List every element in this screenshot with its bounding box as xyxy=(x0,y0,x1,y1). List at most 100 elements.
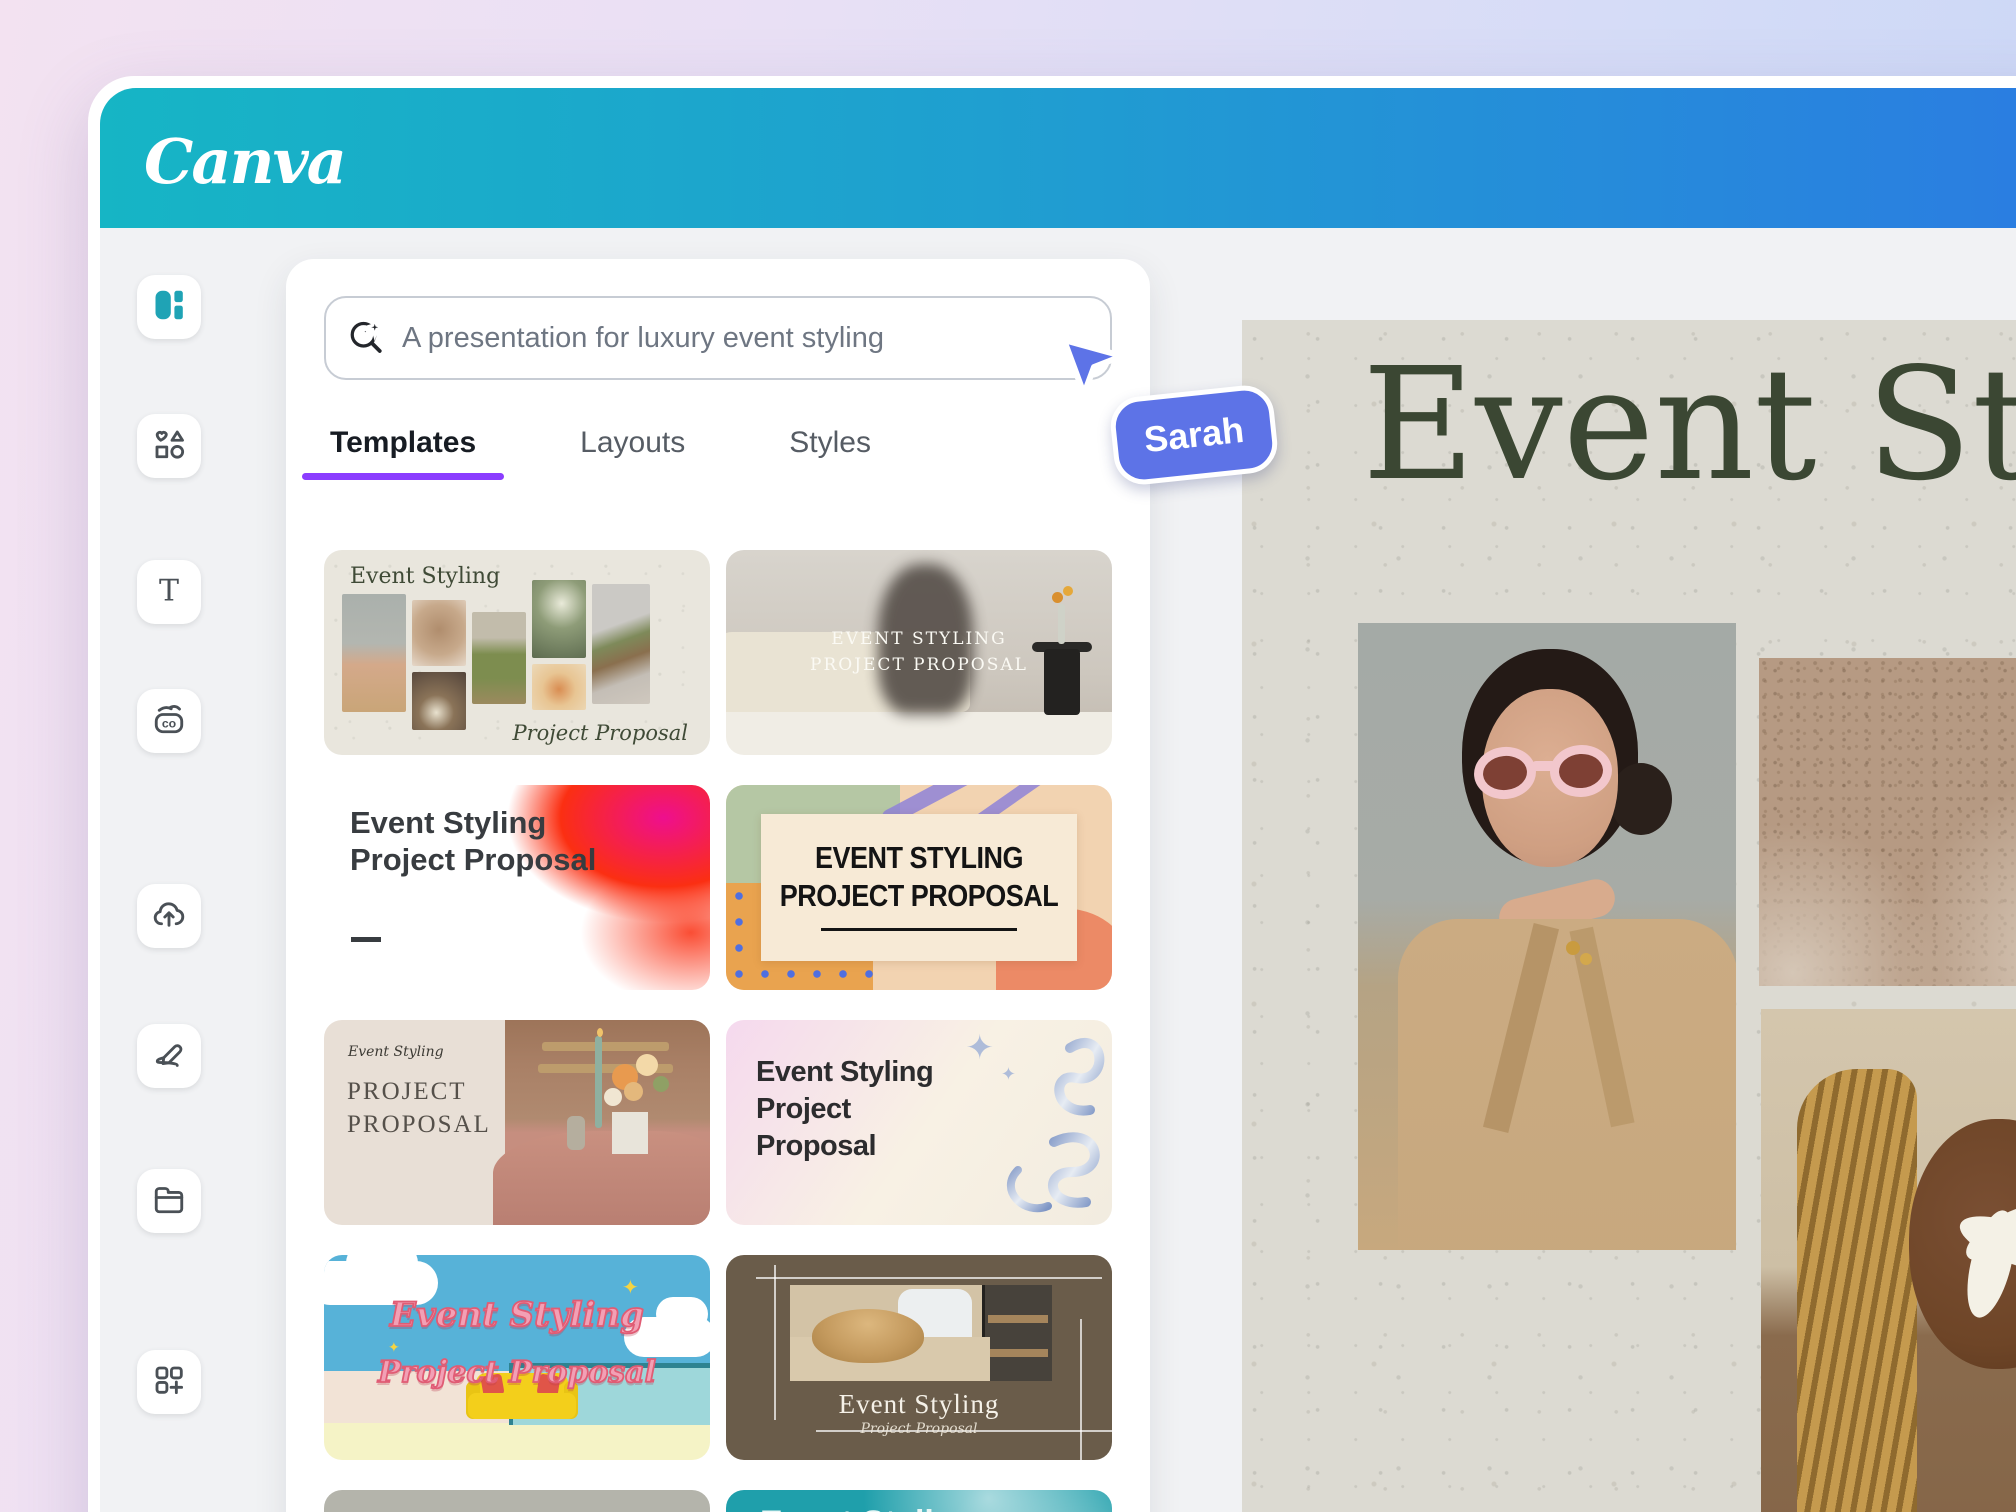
sparkle-icon: ✦ xyxy=(388,1339,400,1356)
sidebar-item-projects[interactable] xyxy=(137,1169,201,1233)
collage-photo-5 xyxy=(532,580,586,658)
svg-text:co: co xyxy=(162,716,177,730)
template-card-chrome[interactable]: Event Styling Project Proposal ✦ ✦ xyxy=(726,1020,1112,1225)
dash-decoration xyxy=(351,937,381,942)
desktop-background: Canva xyxy=(0,0,2016,1512)
title-line: Proposal xyxy=(756,1128,933,1165)
chrome-ribbon-graphic xyxy=(958,1020,1108,1225)
template-title: Event Styling Project Proposal xyxy=(756,1054,933,1165)
template-title-line1: Event Styling xyxy=(324,1295,710,1335)
canvas-photo-sunglasses[interactable] xyxy=(1358,623,1736,1250)
template-heading: Event Styling xyxy=(350,564,500,589)
cloud xyxy=(346,1255,418,1283)
braids xyxy=(1797,1069,1917,1512)
sidebar-item-uploads[interactable] xyxy=(137,884,201,948)
search-bar[interactable] xyxy=(324,296,1112,380)
tab-layouts[interactable]: Layouts xyxy=(580,426,685,460)
canvas-photo-sand-texture[interactable] xyxy=(1759,658,2016,986)
title-line: Event Styling xyxy=(350,805,596,842)
template-title-line2: Project Proposal xyxy=(324,1355,710,1390)
shelf xyxy=(982,1285,1052,1381)
collage-photo-6 xyxy=(532,664,586,710)
template-card-brown[interactable]: Event Styling Project Proposal xyxy=(726,1255,1112,1460)
sidebar-item-text[interactable]: T xyxy=(137,560,201,624)
template-card-tablescape[interactable]: Event Styling PROJECT PROPOSAL xyxy=(324,1020,710,1225)
canvas-photo-braids[interactable] xyxy=(1761,1009,2016,1512)
flower-dot xyxy=(1052,592,1063,603)
tab-styles[interactable]: Styles xyxy=(789,426,871,460)
flower xyxy=(604,1088,622,1106)
template-eyebrow: Event Styling xyxy=(348,1044,444,1060)
shelf-board xyxy=(988,1349,1048,1357)
template-title: Event Styling Project Proposal xyxy=(350,805,596,878)
tablecloth xyxy=(493,1131,710,1225)
draw-pen-icon xyxy=(151,1036,187,1077)
collaborator-cursor-icon xyxy=(1058,334,1130,400)
template-card-sofa[interactable]: EVENT STYLING PROJECT PROPOSAL xyxy=(726,550,1112,755)
sidebar-item-design[interactable] xyxy=(137,275,201,339)
search-input[interactable] xyxy=(402,322,1090,355)
flower-leaf xyxy=(653,1076,669,1092)
template-title: Event Styling xyxy=(760,1504,975,1512)
collaborator-name: Sarah xyxy=(1142,409,1246,461)
svg-text:T: T xyxy=(159,573,179,608)
brown-card-photo xyxy=(790,1285,1052,1381)
bracelet xyxy=(1566,941,1580,955)
cube-vase xyxy=(612,1112,648,1154)
template-card-retro[interactable]: Event Styling Project Proposal ✦ ✦ xyxy=(324,1255,710,1460)
title-line: EVENT STYLING xyxy=(780,840,1059,878)
sidebar-item-brand[interactable]: co xyxy=(137,689,201,753)
template-card-teal[interactable]: Event Styling xyxy=(726,1490,1112,1512)
shelf-board xyxy=(988,1315,1048,1323)
sparkle-icon: ✦ xyxy=(622,1275,639,1300)
title-line: PROJECT PROPOSAL xyxy=(726,652,1112,678)
title-line: PROJECT xyxy=(347,1076,491,1109)
collage-photo-7 xyxy=(592,584,650,704)
brand-co-icon: co xyxy=(151,701,187,742)
flower xyxy=(624,1082,643,1101)
canvas-title-text[interactable]: Event Styling xyxy=(1362,334,2016,515)
design-canvas[interactable]: Event Styling xyxy=(1242,320,2016,1512)
collaborator-name-badge: Sarah xyxy=(1108,383,1280,488)
frame-line xyxy=(756,1277,1102,1279)
tablescape-photo xyxy=(505,1020,710,1225)
app-header: Canva xyxy=(100,88,2016,228)
retro-floor xyxy=(324,1423,710,1460)
sidebar-item-draw[interactable] xyxy=(137,1024,201,1088)
sidebar-item-elements[interactable] xyxy=(137,414,201,478)
elements-icon xyxy=(151,426,187,467)
template-card-abstract[interactable]: EVENT STYLING PROJECT PROPOSAL xyxy=(726,785,1112,990)
design-icon xyxy=(151,287,187,328)
text-icon: T xyxy=(151,572,187,613)
title-line: Project xyxy=(756,1091,933,1128)
coat xyxy=(1398,919,1736,1250)
canva-logo: Canva xyxy=(144,125,345,198)
collage-photo-3 xyxy=(412,672,466,730)
template-card-blob[interactable]: Event Styling Project Proposal xyxy=(324,785,710,990)
collage-photo-4 xyxy=(472,612,526,704)
sunglasses-bridge xyxy=(1532,761,1556,771)
hair-bun xyxy=(1610,763,1672,835)
wooden-bowl xyxy=(812,1309,924,1363)
candle-flame xyxy=(597,1028,603,1037)
bracelet xyxy=(1580,953,1592,965)
folder-icon xyxy=(151,1181,187,1222)
title-line: Project Proposal xyxy=(350,842,596,879)
template-card-collage[interactable]: Event Styling Project Proposal xyxy=(324,550,710,755)
title-line: Event Styling xyxy=(756,1054,933,1091)
panel-tabs: Templates Layouts Styles xyxy=(324,426,1112,460)
taper-candle xyxy=(595,1036,602,1128)
template-title: PROJECT PROPOSAL xyxy=(347,1076,491,1141)
template-card-grey[interactable] xyxy=(324,1490,710,1512)
underline-decoration xyxy=(821,928,1017,931)
sidebar-item-apps[interactable] xyxy=(137,1350,201,1414)
upload-cloud-icon xyxy=(151,896,187,937)
flower-dot xyxy=(1063,586,1073,596)
app-window-inner: Canva xyxy=(100,88,2016,1512)
tab-templates[interactable]: Templates xyxy=(330,426,476,460)
title-line: PROPOSAL xyxy=(347,1109,491,1142)
template-title: EVENT STYLING PROJECT PROPOSAL xyxy=(726,626,1112,679)
apps-icon xyxy=(151,1362,187,1403)
app-window: Canva xyxy=(88,76,2016,1512)
collage-photo-2 xyxy=(412,600,466,666)
